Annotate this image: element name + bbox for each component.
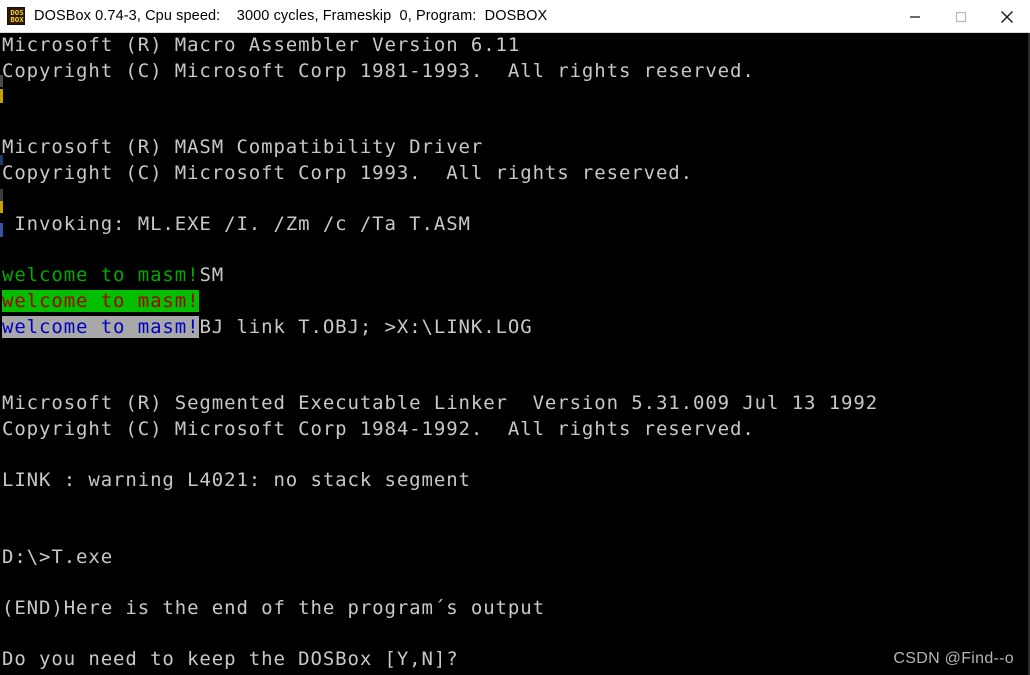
maximize-button[interactable] (938, 0, 984, 33)
window-controls (892, 0, 1030, 33)
terminal-line: Copyright (C) Microsoft Corp 1981-1993. … (0, 59, 878, 85)
minimize-icon (909, 11, 921, 23)
minimize-button[interactable] (892, 0, 938, 33)
terminal-line: Do you need to keep the DOSBox [Y,N]? (0, 647, 878, 673)
terminal-text-run: (END)Here is the end of the program´s ou… (2, 597, 545, 620)
terminal-line: Copyright (C) Microsoft Corp 1993. All r… (0, 161, 878, 187)
terminal-line: welcome to masm!SM (0, 263, 878, 289)
terminal-text-run: BJ link T.OBJ; >X:\LINK.LOG (199, 315, 533, 338)
dosbox-icon-text-bottom: BOX (10, 16, 24, 24)
dos-terminal[interactable]: Microsoft (R) Macro Assembler Version 6.… (0, 33, 1030, 675)
terminal-text-run: welcome to masm! (2, 289, 200, 312)
csdn-watermark: CSDN @Find--o (893, 650, 1014, 667)
terminal-text-run: welcome to masm! (2, 264, 200, 287)
terminal-line: Microsoft (R) Segmented Executable Linke… (0, 391, 878, 417)
window-title-bar[interactable]: DOS BOX DOSBox 0.74-3, Cpu speed: 3000 c… (0, 0, 1030, 33)
terminal-line: Copyright (C) Microsoft Corp 1984-1992. … (0, 417, 878, 443)
terminal-line: Microsoft (R) MASM Compatibility Driver (0, 135, 878, 161)
terminal-line: (END)Here is the end of the program´s ou… (0, 596, 878, 622)
terminal-line: welcome to masm! (0, 289, 878, 315)
terminal-text-run: Microsoft (R) Segmented Executable Linke… (2, 392, 879, 415)
terminal-text-run: Microsoft (R) MASM Compatibility Driver (2, 136, 484, 159)
terminal-screen: Microsoft (R) Macro Assembler Version 6.… (0, 33, 878, 673)
close-icon (1000, 10, 1014, 24)
terminal-line: Microsoft (R) Macro Assembler Version 6.… (0, 33, 878, 59)
terminal-text-run: SM (199, 264, 225, 287)
scroll-artifact (0, 75, 3, 87)
maximize-icon (955, 11, 967, 23)
dosbox-window: DOS BOX DOSBox 0.74-3, Cpu speed: 3000 c… (0, 0, 1030, 675)
terminal-line: D:\>T.exe (0, 545, 878, 571)
terminal-text-run: Invoking: ML.EXE /I. /Zm /c /Ta T.ASM (2, 213, 471, 236)
terminal-line: welcome to masm!BJ link T.OBJ; >X:\LINK.… (0, 315, 878, 341)
terminal-line: LINK : warning L4021: no stack segment (0, 468, 878, 494)
terminal-text-run: Do you need to keep the DOSBox [Y,N]? (2, 648, 459, 671)
terminal-text-run: Microsoft (R) Macro Assembler Version 6.… (2, 34, 521, 56)
scroll-artifact (0, 89, 3, 103)
dosbox-icon: DOS BOX (7, 7, 25, 25)
window-title: DOSBox 0.74-3, Cpu speed: 3000 cycles, F… (34, 8, 548, 24)
terminal-text-run: D:\>T.exe (2, 545, 114, 568)
terminal-text-run: LINK : warning L4021: no stack segment (2, 469, 471, 492)
scroll-artifact (0, 155, 3, 165)
terminal-text-run: Copyright (C) Microsoft Corp 1993. All r… (2, 161, 693, 184)
terminal-text-run: welcome to masm! (2, 315, 200, 338)
scroll-artifact (0, 201, 3, 213)
terminal-text-run: Copyright (C) Microsoft Corp 1981-1993. … (2, 59, 755, 82)
terminal-line: Invoking: ML.EXE /I. /Zm /c /Ta T.ASM (0, 212, 878, 238)
close-button[interactable] (984, 0, 1030, 33)
scroll-artifact (0, 223, 3, 237)
terminal-text-run: Copyright (C) Microsoft Corp 1984-1992. … (2, 417, 755, 440)
